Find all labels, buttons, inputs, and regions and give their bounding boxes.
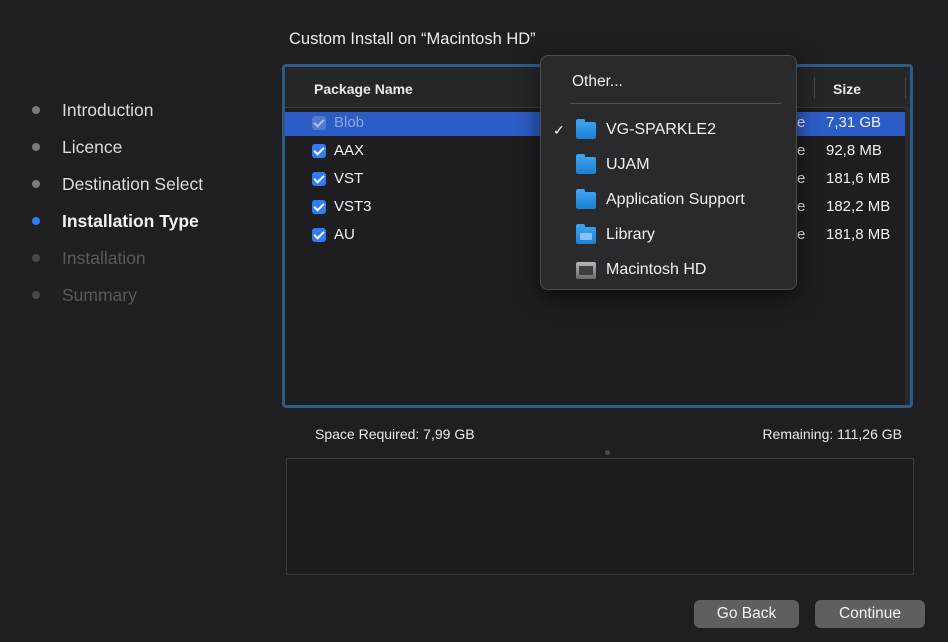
menu-item-vg-sparkle2[interactable]: ✓ VG-SPARKLE2	[541, 116, 796, 146]
package-name: AAX	[334, 142, 365, 159]
package-size: 7,31 GB	[826, 114, 882, 131]
menu-item-label: Macintosh HD	[606, 261, 707, 278]
column-header-package-name[interactable]: Package Name	[314, 81, 413, 97]
step-dot-icon	[32, 254, 40, 262]
menu-item-macintosh-hd[interactable]: Macintosh HD	[541, 256, 796, 286]
package-size: 92,8 MB	[826, 142, 882, 159]
menu-item-label: VG-SPARKLE2	[606, 121, 716, 138]
step-dot-icon	[32, 106, 40, 114]
package-size: 181,8 MB	[826, 226, 891, 243]
package-name: VST	[334, 170, 364, 187]
package-checkbox[interactable]	[312, 172, 326, 186]
step-label: Summary	[62, 285, 137, 305]
menu-item-other[interactable]: Other...	[572, 73, 623, 91]
step-dot-icon	[32, 180, 40, 188]
library-folder-icon	[576, 224, 596, 244]
step-label: Destination Select	[62, 174, 204, 194]
hard-drive-icon	[576, 262, 596, 279]
menu-item-library[interactable]: Library	[541, 221, 796, 251]
installer-window: Custom Install on “Macintosh HD” Introdu…	[0, 0, 948, 642]
menu-item-label: UJAM	[606, 156, 650, 173]
folder-icon	[576, 154, 596, 174]
package-size: 181,6 MB	[826, 170, 891, 187]
location-popup-menu: Other... ✓ VG-SPARKLE2 UJAM Application …	[540, 55, 797, 290]
folder-icon	[576, 189, 596, 209]
column-divider	[814, 77, 815, 99]
menu-item-ujam[interactable]: UJAM	[541, 151, 796, 181]
package-size: 182,2 MB	[826, 198, 891, 215]
step-dot-icon	[32, 143, 40, 151]
vertical-scrollbar[interactable]	[905, 107, 910, 405]
go-back-button[interactable]: Go Back	[694, 600, 799, 628]
column-header-size[interactable]: Size	[833, 81, 861, 97]
step-dot-icon	[32, 291, 40, 299]
column-divider	[905, 77, 906, 99]
location-cell[interactable]: e	[797, 114, 805, 131]
step-label: Installation	[62, 248, 146, 268]
package-checkbox[interactable]	[312, 228, 326, 242]
checkmark-icon: ✓	[553, 122, 565, 138]
window-title: Custom Install on “Macintosh HD”	[289, 30, 536, 48]
step-label: Installation Type	[62, 211, 199, 231]
split-grip-icon[interactable]	[605, 450, 610, 455]
folder-icon	[576, 119, 596, 139]
menu-separator	[570, 103, 781, 104]
location-cell[interactable]: e	[797, 142, 805, 159]
location-cell[interactable]: e	[797, 226, 805, 243]
location-cell[interactable]: e	[797, 198, 805, 215]
space-remaining: Remaining: 111,26 GB	[762, 426, 902, 442]
package-checkbox[interactable]	[312, 200, 326, 214]
menu-item-label: Application Support	[606, 191, 745, 208]
package-name: VST3	[334, 198, 372, 215]
package-checkbox[interactable]	[312, 144, 326, 158]
step-dot-icon	[32, 217, 40, 225]
space-info-bar: Space Required: 7,99 GB Remaining: 111,2…	[286, 418, 914, 456]
package-checkbox[interactable]	[312, 116, 326, 130]
step-label: Introduction	[62, 100, 154, 120]
description-pane	[286, 458, 914, 575]
package-name: Blob	[334, 114, 365, 131]
location-cell[interactable]: e	[797, 170, 805, 187]
menu-item-application-support[interactable]: Application Support	[541, 186, 796, 216]
package-name: AU	[334, 226, 355, 243]
menu-item-label: Library	[606, 226, 655, 243]
continue-button[interactable]: Continue	[815, 600, 925, 628]
space-required: Space Required: 7,99 GB	[315, 426, 475, 442]
step-label: Licence	[62, 137, 123, 157]
